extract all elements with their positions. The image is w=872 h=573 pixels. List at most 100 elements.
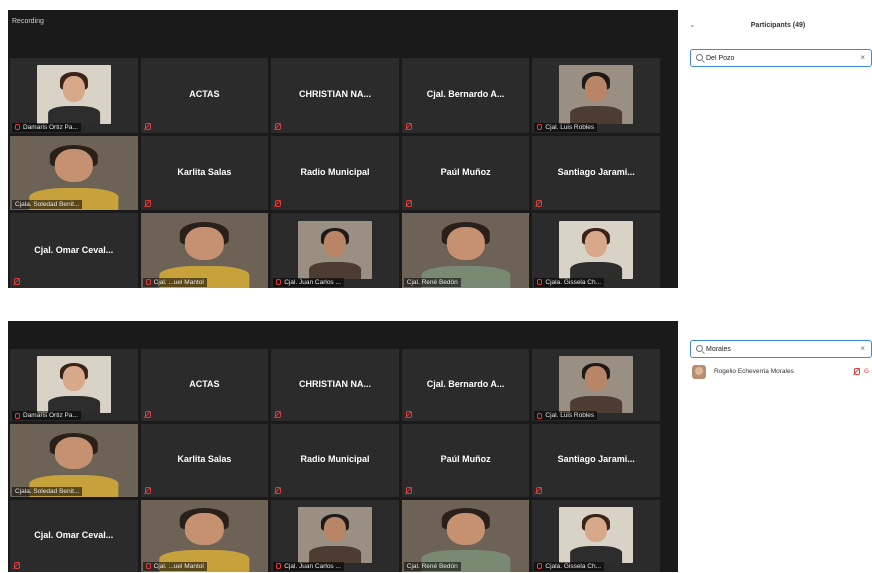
muted-mic-icon xyxy=(15,412,20,419)
video-tile[interactable]: Cjal. Juan Carlos ... xyxy=(271,499,399,572)
video-tile[interactable]: Cjal. Omar Ceval... xyxy=(10,213,138,288)
participant-display-name: Cjal. Bernardo A... xyxy=(426,89,505,100)
muted-mic-icon xyxy=(537,123,543,130)
muted-mic-icon xyxy=(145,563,151,570)
participant-name-text: Cjal. Juan Carlos ... xyxy=(284,279,341,286)
participant-name-text: Cjala. Gissela Ch... xyxy=(545,563,602,570)
muted-mic-icon xyxy=(537,279,543,286)
participant-display-name: Paúl Muñoz xyxy=(440,454,491,465)
muted-mic-icon xyxy=(535,200,543,208)
participant-name-label: Damaris Ortiz Pa... xyxy=(12,122,81,132)
participant-video xyxy=(297,506,372,564)
participant-name-label: Cjal. René Bedón xyxy=(403,278,461,287)
video-tile[interactable]: Cjala. Soledad Benit... xyxy=(10,135,138,211)
muted-mic-icon xyxy=(13,278,20,286)
participant-name-text: Cjala. Soledad Benit... xyxy=(15,487,80,495)
video-tile[interactable]: Cjala. Soledad Benit... xyxy=(10,424,138,497)
video-tile[interactable]: Karlita Salas xyxy=(140,424,269,497)
participant-display-name: Radio Municipal xyxy=(300,454,370,465)
video-tile[interactable]: Karlita Salas xyxy=(140,135,269,211)
participant-search-input[interactable] xyxy=(706,343,846,355)
participant-display-name: Paúl Muñoz xyxy=(440,166,491,177)
participant-name-text: Cjala. Gissela Ch... xyxy=(545,279,602,286)
meeting-gallery-top: Recording Damaris Ortiz Pa... ACTAS CHRIST… xyxy=(8,10,678,288)
muted-mic-icon xyxy=(535,486,543,495)
muted-mic-icon xyxy=(144,411,151,419)
video-tile[interactable]: Santiago Jarami... xyxy=(532,135,660,211)
video-tile[interactable]: Cjal. ...uel Mantol xyxy=(140,213,269,288)
muted-mic-icon xyxy=(405,486,412,495)
participant-display-name: Cjal. Bernardo A... xyxy=(426,379,505,390)
muted-mic-icon xyxy=(537,563,543,570)
muted-mic-icon xyxy=(274,486,282,495)
participant-search-box[interactable]: × xyxy=(690,49,872,67)
participants-title: Participants (49) xyxy=(750,22,806,29)
participant-search-input[interactable] xyxy=(706,52,846,64)
participant-action-label[interactable]: G xyxy=(864,368,869,375)
participant-name-text: Cjal. Juan Carlos ... xyxy=(284,563,341,570)
participant-name-label: Cjal. Juan Carlos ... xyxy=(273,562,344,571)
muted-mic-icon xyxy=(15,123,20,130)
video-tile[interactable]: Radio Municipal xyxy=(271,424,399,497)
participant-display-name: Santiago Jarami... xyxy=(557,454,635,465)
video-tile[interactable]: Cjal. ...uel Mantol xyxy=(140,499,269,572)
clear-search-icon[interactable]: × xyxy=(860,53,865,62)
video-tile[interactable]: ACTAS xyxy=(140,349,269,422)
video-tile[interactable]: Cjal. Bernardo A... xyxy=(401,349,530,422)
muted-mic-icon[interactable] xyxy=(853,368,860,376)
video-tile[interactable]: CHRISTIAN NA... xyxy=(271,58,399,133)
participant-video xyxy=(559,356,634,413)
meeting-gallery-bottom: Damaris Ortiz Pa... ACTAS CHRISTIAN NA... C… xyxy=(8,321,678,572)
video-tile[interactable]: Cjal. René Bedón xyxy=(401,213,530,288)
muted-mic-icon xyxy=(145,279,151,286)
video-tile[interactable]: Cjal. Bernardo A... xyxy=(401,58,530,133)
avatar xyxy=(692,365,706,379)
video-tile[interactable]: ACTAS xyxy=(140,58,269,133)
participant-result-row[interactable]: Rogelio Echeverria Morales G xyxy=(690,365,872,381)
search-icon xyxy=(696,345,703,352)
participant-display-name: Karlita Salas xyxy=(177,454,232,465)
participant-name-text: Cjala. Soledad Benit... xyxy=(15,201,80,209)
video-tile[interactable]: Cjala. Gissela Ch... xyxy=(532,499,660,572)
search-icon xyxy=(696,54,703,61)
video-tile[interactable]: Radio Municipal xyxy=(271,135,399,211)
video-tile[interactable]: Cjal. Luis Robles xyxy=(532,58,660,133)
muted-mic-icon xyxy=(274,411,282,419)
participant-video xyxy=(36,65,111,124)
participant-display-name: Cjal. Omar Ceval... xyxy=(34,529,114,540)
participants-panel-top: ⌄ Participants (49) × xyxy=(684,10,872,288)
participant-video xyxy=(140,213,269,288)
muted-mic-icon xyxy=(405,200,412,208)
participant-name-label: Cjal. René Bedón xyxy=(403,562,461,571)
participant-video xyxy=(559,506,634,564)
video-tile[interactable]: Paúl Muñoz xyxy=(401,424,530,497)
participant-display-name: Karlita Salas xyxy=(177,166,232,177)
video-tile[interactable]: Cjal. Juan Carlos ... xyxy=(271,213,399,288)
video-tile[interactable]: Paúl Muñoz xyxy=(401,135,530,211)
video-tile[interactable]: Cjal. Luis Robles xyxy=(532,349,660,422)
video-tile[interactable]: Cjala. Gissela Ch... xyxy=(532,213,660,288)
video-tile[interactable]: Cjal. René Bedón xyxy=(401,499,530,572)
participant-name-text: Cjal. ...uel Mantol xyxy=(153,563,204,570)
video-tile[interactable]: CHRISTIAN NA... xyxy=(271,349,399,422)
muted-mic-icon xyxy=(144,486,151,495)
participant-name-label: Cjal. Juan Carlos ... xyxy=(273,278,344,287)
participant-display-name: ACTAS xyxy=(189,379,220,390)
muted-mic-icon xyxy=(537,412,543,419)
participant-name-text: Cjal. René Bedón xyxy=(406,279,458,286)
muted-mic-icon xyxy=(276,563,282,570)
participant-name-text: Cjal. René Bedón xyxy=(406,563,458,570)
video-tile[interactable]: Santiago Jarami... xyxy=(532,424,660,497)
recording-indicator: Recording xyxy=(12,18,44,25)
participant-name-text: Cjal. Luis Robles xyxy=(545,123,595,131)
clear-search-icon[interactable]: × xyxy=(860,344,865,353)
participants-panel-bottom: × Rogelio Echeverria Morales G xyxy=(684,321,872,572)
participant-name-label: Cjal. Luis Robles xyxy=(534,411,598,421)
participant-search-box[interactable]: × xyxy=(690,340,872,358)
video-tile[interactable]: Damaris Ortiz Pa... xyxy=(10,349,138,422)
participant-name-label: Cjala. Gissela Ch... xyxy=(534,278,605,287)
muted-mic-icon xyxy=(144,122,151,131)
video-tile[interactable]: Damaris Ortiz Pa... xyxy=(10,58,138,133)
video-tile[interactable]: Cjal. Omar Ceval... xyxy=(10,499,138,572)
participant-video xyxy=(559,65,634,124)
